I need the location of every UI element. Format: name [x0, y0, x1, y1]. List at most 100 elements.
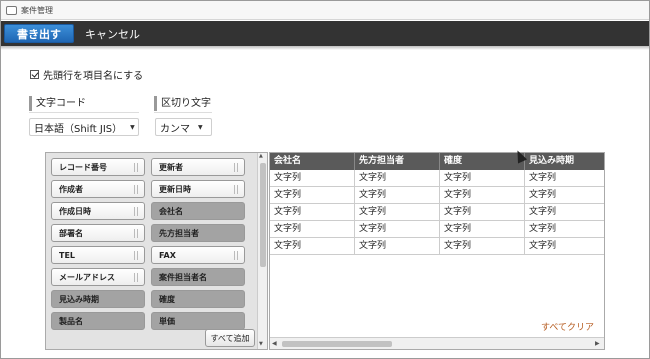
field-chip[interactable]: 会社名 — [151, 202, 245, 220]
window-icon — [6, 5, 17, 15]
field-chip[interactable]: 見込み時期 — [51, 290, 145, 308]
field-chip[interactable]: 単価 — [151, 312, 245, 330]
field-chip-label: FAX — [159, 250, 176, 260]
table-cell: 文字列 — [525, 204, 604, 220]
field-chip-label: 単価 — [159, 316, 175, 326]
table-cell: 文字列 — [355, 221, 440, 237]
chevron-down-icon: ▼ — [130, 123, 135, 131]
table-row: 文字列 文字列 文字列 文字列 — [270, 238, 604, 255]
column-header[interactable]: 確度 — [440, 153, 525, 170]
header-row-checkbox[interactable] — [30, 70, 39, 79]
toolbar-shadow — [1, 46, 649, 50]
table-cell: 文字列 — [270, 238, 355, 254]
encoding-label: 文字コード — [29, 96, 86, 111]
drag-handle-icon[interactable] — [134, 273, 138, 282]
table-cell: 文字列 — [525, 238, 604, 254]
column-header[interactable]: 見込み時期 — [525, 153, 604, 170]
field-chip-label: 部署名 — [59, 228, 83, 238]
app-window: 案件管理 書き出す キャンセル 先頭行を項目名にする 文字コード 日本語（Shi… — [0, 0, 650, 359]
field-chip[interactable]: 部署名 — [51, 224, 145, 242]
scroll-right-icon[interactable]: ▶ — [595, 340, 600, 347]
field-chip-label: 見込み時期 — [59, 294, 99, 304]
export-button[interactable]: 書き出す — [4, 24, 74, 43]
field-chip[interactable]: 作成者 — [51, 180, 145, 198]
delimiter-label: 区切り文字 — [154, 96, 211, 111]
column-header[interactable]: 先方担当者 — [355, 153, 440, 170]
drag-handle-icon[interactable] — [134, 163, 138, 172]
field-chip[interactable]: 更新日時 — [151, 180, 245, 198]
field-chip-label: 製品名 — [59, 316, 83, 326]
column-header[interactable]: 会社名 — [270, 153, 355, 170]
toolbar: 書き出す キャンセル — [1, 21, 649, 46]
preview-scroll-thumb[interactable] — [282, 341, 392, 347]
scroll-up-icon[interactable]: ▲ — [259, 153, 263, 159]
field-chip[interactable]: 確度 — [151, 290, 245, 308]
field-chip-label: 作成者 — [59, 184, 83, 194]
table-cell: 文字列 — [355, 238, 440, 254]
header-row-option[interactable]: 先頭行を項目名にする — [30, 67, 143, 82]
table-cell: 文字列 — [270, 204, 355, 220]
field-chip[interactable]: 更新者 — [151, 158, 245, 176]
table-cell: 文字列 — [270, 221, 355, 237]
field-chip[interactable]: 作成日時 — [51, 202, 145, 220]
encoding-divider — [29, 112, 139, 113]
table-row: 文字列 文字列 文字列 文字列 — [270, 170, 604, 187]
add-all-button[interactable]: すべて追加 — [205, 329, 255, 347]
drag-handle-icon[interactable] — [134, 229, 138, 238]
field-chip[interactable]: 案件担当者名 — [151, 268, 245, 286]
field-chip-label: メールアドレス — [59, 272, 115, 282]
chevron-down-icon: ▼ — [198, 123, 203, 131]
scroll-down-icon[interactable]: ▼ — [259, 341, 263, 347]
table-cell: 文字列 — [440, 187, 525, 203]
table-cell: 文字列 — [355, 170, 440, 186]
drag-handle-icon[interactable] — [234, 251, 238, 260]
delimiter-select[interactable]: カンマ ▼ — [155, 118, 212, 136]
field-chip-label: 作成日時 — [59, 206, 91, 216]
table-cell: 文字列 — [440, 238, 525, 254]
field-chip[interactable]: TEL — [51, 246, 145, 264]
field-chip[interactable]: 先方担当者 — [151, 224, 245, 242]
drag-handle-icon[interactable] — [234, 185, 238, 194]
drag-handle-icon[interactable] — [234, 163, 238, 172]
field-chip-label: 案件担当者名 — [159, 272, 207, 282]
field-chip[interactable]: FAX — [151, 246, 245, 264]
field-chip-label: 会社名 — [159, 206, 183, 216]
drag-handle-icon[interactable] — [134, 185, 138, 194]
field-chip-label: 確度 — [159, 294, 175, 304]
preview-table: 会社名 先方担当者 確度 見込み時期 文字列 文字列 文字列 文字列 文字列 文字列 文字列 文字列… — [270, 153, 604, 255]
table-cell: 文字列 — [440, 204, 525, 220]
field-chip[interactable]: メールアドレス — [51, 268, 145, 286]
table-cell: 文字列 — [525, 187, 604, 203]
preview-scrollbar[interactable]: ◀ ▶ — [270, 337, 604, 349]
table-cell: 文字列 — [440, 221, 525, 237]
delimiter-value: カンマ — [160, 123, 190, 135]
drag-handle-icon[interactable] — [134, 207, 138, 216]
clear-all-link[interactable]: すべてクリア — [541, 320, 594, 333]
field-chip-label: 更新日時 — [159, 184, 191, 194]
available-fields-panel: レコード番号 更新者作成者 更新日時作成日時 会社名部署名 先方担当者 TEL FAX メール… — [45, 152, 268, 350]
drag-handle-icon[interactable] — [134, 251, 138, 260]
table-cell: 文字列 — [355, 187, 440, 203]
fields-scroll-thumb[interactable] — [260, 163, 266, 267]
field-chip-label: TEL — [59, 250, 76, 260]
scroll-left-icon[interactable]: ◀ — [272, 340, 277, 347]
fields-scrollbar[interactable]: ▲ ▼ — [257, 153, 267, 349]
field-chip[interactable]: レコード番号 — [51, 158, 145, 176]
field-chip-label: レコード番号 — [59, 162, 107, 172]
table-cell: 文字列 — [525, 221, 604, 237]
field-chip-label: 先方担当者 — [159, 228, 199, 238]
delimiter-divider — [154, 112, 212, 113]
cancel-button[interactable]: キャンセル — [85, 26, 140, 42]
table-row: 文字列 文字列 文字列 文字列 — [270, 187, 604, 204]
table-cell: 文字列 — [270, 170, 355, 186]
encoding-value: 日本語（Shift JIS） — [34, 123, 123, 135]
encoding-select[interactable]: 日本語（Shift JIS） ▼ — [29, 118, 139, 136]
title-bar: 案件管理 — [1, 1, 649, 20]
export-preview-panel: 会社名 先方担当者 確度 見込み時期 文字列 文字列 文字列 文字列 文字列 文字列 文字列 文字列… — [269, 152, 605, 350]
window-title: 案件管理 — [21, 5, 53, 15]
table-cell: 文字列 — [270, 187, 355, 203]
table-cell: 文字列 — [525, 170, 604, 186]
preview-header-row: 会社名 先方担当者 確度 見込み時期 — [270, 153, 604, 170]
table-row: 文字列 文字列 文字列 文字列 — [270, 204, 604, 221]
field-chip[interactable]: 製品名 — [51, 312, 145, 330]
